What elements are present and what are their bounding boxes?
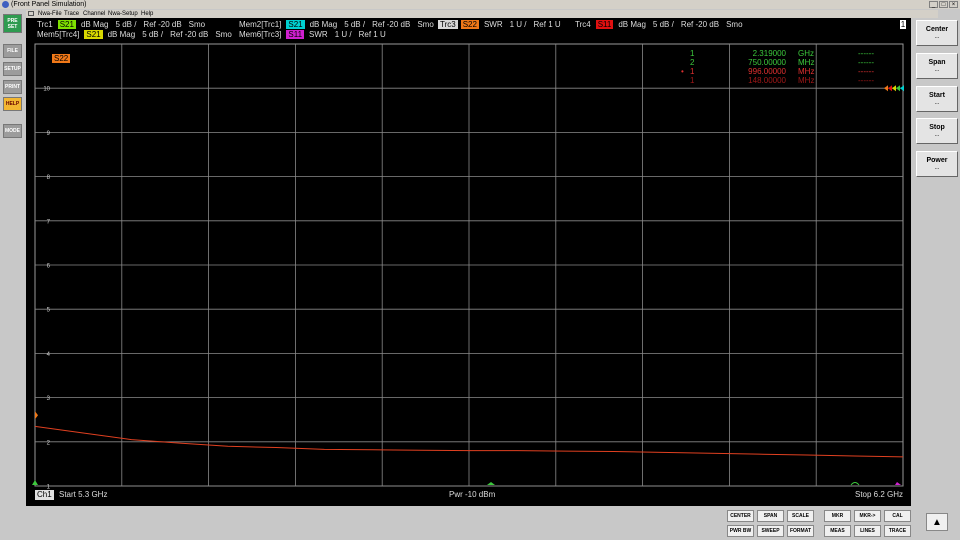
softkey-center[interactable]: Center... (916, 20, 958, 46)
hardkey-span-button[interactable]: SPAN (757, 510, 784, 522)
print-button[interactable]: PRINT (3, 80, 22, 94)
plot-area[interactable]: 10987654321 (26, 18, 911, 506)
preset-button[interactable]: PRE SET (3, 14, 22, 33)
app-logo-icon (2, 1, 9, 8)
stop-frequency: Stop 6.2 GHz (855, 490, 904, 499)
y-tick-label: 6 (47, 264, 51, 270)
reference-level-marker-icon (896, 85, 900, 92)
minimize-icon[interactable]: _ (929, 1, 938, 8)
softkey-center-label: Center (925, 26, 949, 33)
channel-label[interactable]: Ch1 (35, 490, 54, 500)
window-title: (Front Panel Simulation) (11, 1, 87, 8)
mode-button[interactable]: MODE (3, 124, 22, 138)
close-icon[interactable]: × (949, 1, 958, 8)
reference-level-marker-icon (888, 85, 892, 92)
marker-triangle-icon (487, 482, 495, 485)
y-tick-label: 7 (47, 219, 51, 225)
softkey-stop-value: ... (934, 132, 940, 138)
hardkey-format-button[interactable]: FORMAT (787, 525, 814, 537)
hardkey-center-button[interactable]: CENTER (727, 510, 754, 522)
reference-level-marker-icon (892, 85, 896, 92)
hardkey-trace-button[interactable]: TRACE (884, 525, 911, 537)
hardkey-meas-button[interactable]: MEAS (824, 525, 851, 537)
hardkey-sweep-button[interactable]: SWEEP (757, 525, 784, 537)
softkey-stop-label: Stop (929, 124, 945, 131)
menu-bar: Nwa-File Trace Channel Nwa-Setup Help (26, 10, 938, 18)
trace-display[interactable]: Trc1 S21 dB Mag 5 dB / Ref -20 dB Smo Mem2[Trc… (26, 18, 911, 506)
softkey-power[interactable]: Power... (916, 151, 958, 177)
left-ref-marker-icon (35, 411, 38, 420)
y-tick-label: 4 (47, 352, 51, 358)
y-tick-label: 8 (47, 175, 51, 181)
y-tick-label: 9 (47, 131, 51, 137)
menu-help[interactable]: Help (141, 10, 153, 18)
softkey-power-value: ... (934, 165, 940, 171)
softkey-span[interactable]: Span... (916, 53, 958, 79)
y-tick-label: 2 (47, 440, 51, 446)
reference-level-marker-icon (884, 85, 888, 92)
reference-level-marker-icon (900, 85, 904, 92)
setup-button[interactable]: SETUP (3, 62, 22, 76)
hardkey-mkr-button[interactable]: MKR-> (854, 510, 881, 522)
softkey-start[interactable]: Start... (916, 86, 958, 112)
softkey-panel: Center... Span... Start... Stop... Power… (913, 18, 960, 540)
softkey-span-label: Span (928, 59, 946, 66)
marker-triangle-icon (895, 482, 901, 485)
softkey-start-value: ... (934, 100, 940, 106)
hardkey-lines-button[interactable]: LINES (854, 525, 881, 537)
softkey-start-label: Start (929, 92, 945, 99)
up-arrow-icon: ▲ (932, 517, 942, 528)
left-panel: PRE SET FILE SETUP PRINT HELP MODE (0, 10, 26, 540)
hardkey-pwr-bw-button[interactable]: PWR BW (727, 525, 754, 537)
menu-trace[interactable]: Trace (64, 10, 79, 18)
hardkey-scale-button[interactable]: SCALE (787, 510, 814, 522)
softkey-center-value: ... (934, 34, 940, 40)
power-level: Pwr -10 dBm (449, 490, 496, 499)
file-button[interactable]: FILE (3, 44, 22, 58)
hardkey-mkr-button[interactable]: MKR (824, 510, 851, 522)
softkey-power-label: Power (926, 157, 948, 164)
window-titlebar: (Front Panel Simulation) _ □ × (0, 0, 960, 9)
softkey-span-value: ... (934, 67, 940, 73)
menu-nwa-file[interactable]: Nwa-File (38, 10, 62, 18)
y-tick-label: 3 (47, 396, 51, 402)
maximize-icon[interactable]: □ (939, 1, 948, 8)
start-frequency: Start 5.3 GHz (59, 490, 108, 499)
y-tick-label: 10 (43, 87, 50, 93)
hardkey-cal-button[interactable]: CAL (884, 510, 911, 522)
softkey-stop[interactable]: Stop... (916, 118, 958, 144)
y-tick-label: 5 (47, 308, 51, 314)
help-button[interactable]: HELP (3, 97, 22, 111)
app-menu-icon[interactable] (28, 11, 34, 16)
left-ref-marker-icon (32, 480, 38, 485)
menu-nwa-setup[interactable]: Nwa-Setup (108, 10, 138, 18)
up-arrow-button[interactable]: ▲ (926, 513, 948, 531)
marker-triangle-icon (850, 482, 860, 486)
menu-channel[interactable]: Channel (83, 10, 105, 18)
